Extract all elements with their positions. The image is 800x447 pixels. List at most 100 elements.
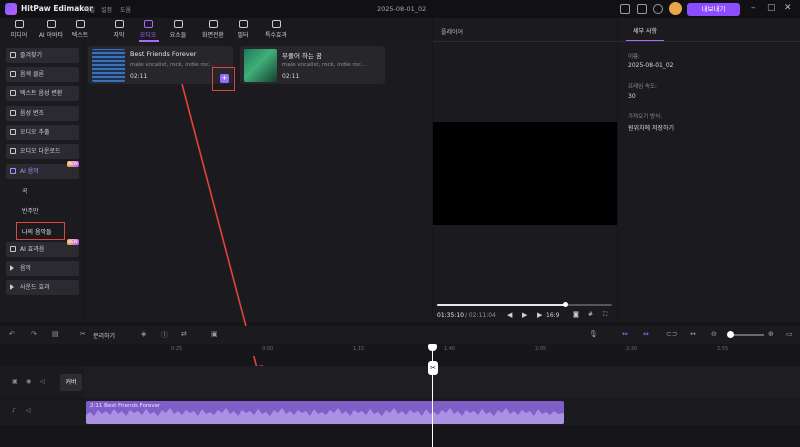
app-logo-icon: [5, 3, 17, 15]
music-duration: 02:11: [282, 73, 300, 80]
video-track[interactable]: [0, 366, 800, 398]
zoom-slider-handle[interactable]: [727, 331, 734, 338]
minimize-icon[interactable]: –: [751, 3, 756, 13]
message-icon[interactable]: [637, 4, 647, 14]
sidebar-item-sfx[interactable]: 사운드 효과: [6, 280, 79, 295]
aspect-ratio-select[interactable]: 16:9: [546, 312, 559, 319]
ruler-tick: 0:50: [262, 346, 274, 352]
tab-details[interactable]: 세부 사항: [626, 24, 664, 41]
settings-icon[interactable]: [653, 4, 663, 14]
save-method-label: 가져오기 방식:: [628, 114, 662, 120]
sidebar-sub-instrumental[interactable]: 반주만: [22, 206, 39, 215]
sidebar-item-audio-extract[interactable]: 오디오 추출: [6, 125, 79, 140]
volume-icon[interactable]: ◁: [26, 407, 31, 414]
fit-icon[interactable]: ↔: [690, 330, 696, 338]
eye-icon[interactable]: ◉: [26, 378, 31, 385]
text-to-speech-icon[interactable]: ⓣ: [161, 330, 168, 340]
timeline-ruler[interactable]: [85, 344, 800, 356]
sidebar-item-music[interactable]: 음악: [6, 261, 79, 276]
menu-file[interactable]: 파일: [84, 5, 95, 14]
cover-button[interactable]: 커버: [60, 374, 82, 391]
sidebar-item-favorites[interactable]: 즐겨찾기: [6, 48, 79, 63]
tool-effects[interactable]: 특수효과: [259, 19, 293, 41]
undo-icon[interactable]: ↶: [9, 330, 15, 338]
chain-icon[interactable]: ⊂⊃: [666, 330, 678, 338]
tool-label: 화면전환: [201, 32, 225, 39]
music-card-2[interactable]: 부풀어 하는 꿈 male vocalist, rock, indie roc.…: [240, 46, 385, 84]
playhead[interactable]: [432, 344, 433, 447]
tool-media[interactable]: 미디어: [2, 19, 36, 41]
shield-icon[interactable]: ◈: [141, 330, 146, 338]
snapshot-icon[interactable]: ◙: [573, 311, 579, 318]
volume-icon[interactable]: ◁: [40, 378, 45, 385]
delete-icon[interactable]: ▤: [52, 330, 59, 338]
audio-clip-label: 2:11 Best Friends Forever: [90, 403, 161, 409]
transition-icon: [208, 20, 218, 28]
sidebar-item-label: AI 음악: [20, 168, 39, 175]
tool-audio[interactable]: 오디오: [131, 19, 165, 41]
sidebar-item-label: 오디오 다운로드: [20, 148, 61, 155]
ai-music-icon: [10, 168, 16, 174]
caret-right-icon: [10, 284, 14, 290]
split-button[interactable]: 분리하기: [93, 331, 115, 340]
tool-transition[interactable]: 화면전환: [196, 19, 230, 41]
zoom-in-icon[interactable]: ⊕: [768, 330, 774, 338]
fullscreen-icon[interactable]: ⛶: [603, 311, 607, 319]
sidebar-item-voice-changer[interactable]: 음성 변조: [6, 106, 79, 121]
tool-elements[interactable]: 요소들: [161, 19, 195, 41]
playhead-handle[interactable]: [428, 344, 437, 351]
prev-frame-icon[interactable]: ◀: [507, 311, 512, 319]
expand-icon[interactable]: ▭: [786, 330, 793, 338]
screen-icon[interactable]: [620, 4, 630, 14]
sidebar-item-label: 음악: [20, 265, 32, 272]
voice-clone-icon: [10, 71, 16, 77]
player-total-time: / 02:11:04: [465, 312, 496, 319]
sidebar-item-label: 즐겨찾기: [20, 52, 43, 59]
tool-filter[interactable]: 필터: [226, 19, 260, 41]
subtitle-edit-icon[interactable]: ⇄: [181, 330, 187, 338]
caret-right-icon: [10, 265, 14, 271]
play-icon[interactable]: ▶: [522, 311, 527, 319]
ruler-tick: 2:05: [535, 346, 547, 352]
tool-label: 오디오: [139, 32, 157, 39]
sidebar-sub-song[interactable]: 곡: [22, 186, 28, 195]
split-icon[interactable]: ✂: [80, 330, 86, 338]
player-current-time: 01:35:10: [437, 312, 464, 319]
zoom-out-icon[interactable]: ⊖: [711, 330, 717, 338]
scissor-icon[interactable]: ✂: [428, 361, 438, 375]
tts-icon: [10, 90, 16, 96]
tool-text[interactable]: 텍스트: [63, 19, 97, 41]
name-value: 2025-08-01_02: [628, 62, 674, 69]
music-title: 부풀어 하는 꿈: [282, 52, 323, 60]
user-avatar[interactable]: [669, 2, 682, 15]
lock-icon[interactable]: ▣: [12, 378, 18, 385]
ai-sfx-icon: [10, 246, 16, 252]
link-icon[interactable]: ⇔: [643, 330, 649, 338]
menu-help[interactable]: 도움: [120, 5, 131, 14]
highlight-box-my-music: [16, 222, 65, 240]
player-progress-handle[interactable]: [562, 302, 568, 307]
menu-settings[interactable]: 설정: [101, 5, 112, 14]
fps-value: 30: [628, 93, 636, 100]
export-button[interactable]: 내보내기: [687, 3, 740, 16]
name-label: 이름:: [628, 54, 640, 60]
sidebar-item-voice-clone[interactable]: 음색 클론: [6, 67, 79, 82]
microphone-icon[interactable]: 🎙: [589, 330, 598, 338]
next-frame-icon[interactable]: ▶: [537, 311, 542, 319]
sidebar-item-tts[interactable]: 텍스트 음성 변환: [6, 86, 79, 101]
ruler-tick: 0:25: [171, 346, 183, 352]
sidebar-item-audio-download[interactable]: 오디오 다운로드: [6, 144, 79, 159]
sidebar-item-label: 사운드 효과: [20, 284, 50, 291]
download-icon: [10, 148, 16, 154]
media-icon: [14, 20, 24, 28]
music-title: Best Friends Forever: [130, 50, 197, 58]
sidebar-item-label: 오디오 추출: [20, 129, 50, 136]
close-icon[interactable]: ✕: [784, 3, 792, 13]
crop-icon[interactable]: #: [588, 311, 593, 318]
music-thumbnail: [244, 49, 277, 82]
new-badge: NEW: [67, 161, 79, 167]
media-add-icon[interactable]: ▣: [211, 330, 218, 338]
redo-icon[interactable]: ↷: [31, 330, 37, 338]
maximize-icon[interactable]: ▢: [767, 3, 776, 13]
snap-icon[interactable]: ⇔: [622, 330, 628, 338]
